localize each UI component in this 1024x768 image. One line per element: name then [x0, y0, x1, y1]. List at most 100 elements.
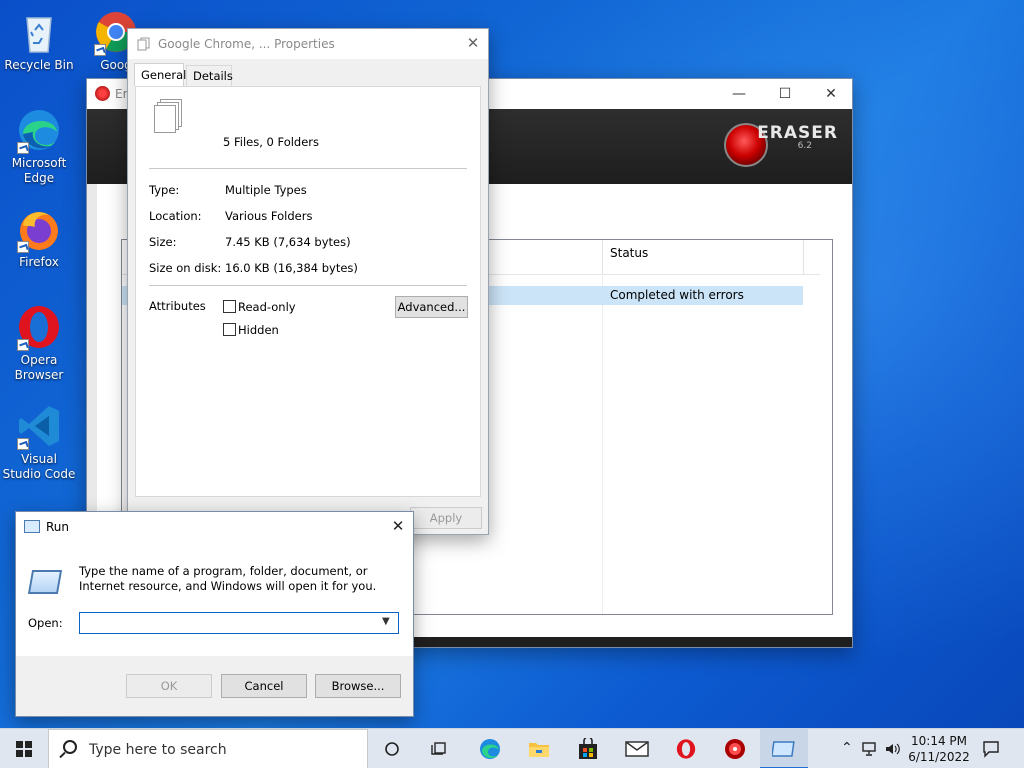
minimize-button[interactable]: — — [716, 79, 762, 109]
size-on-disk-value: 16.0 KB (16,384 bytes) — [225, 261, 358, 275]
taskbar-mail[interactable] — [613, 729, 661, 768]
shortcut-arrow-icon — [17, 241, 29, 253]
browse-button[interactable]: Browse... — [315, 674, 401, 698]
desktop-icon-opera[interactable]: Opera Browser — [1, 303, 77, 383]
ok-button[interactable]: OK — [126, 674, 212, 698]
desktop-icon-firefox[interactable]: Firefox — [1, 205, 77, 270]
desktop-icon-edge[interactable]: Microsoft Edge — [1, 106, 77, 186]
cortana-icon — [385, 742, 399, 756]
search-placeholder: Type here to search — [89, 742, 227, 758]
desktop-icon-vscode[interactable]: Visual Studio Code — [1, 402, 77, 482]
size-label: Size: — [149, 235, 177, 249]
properties-files-icon — [137, 37, 150, 51]
general-tab-page: 5 Files, 0 Folders Type: Multiple Types … — [135, 86, 481, 497]
file-summary: 5 Files, 0 Folders — [223, 135, 320, 149]
tray-date: 6/11/2022 — [908, 750, 970, 764]
separator — [149, 285, 467, 286]
location-label: Location: — [149, 209, 202, 223]
taskbar: Type here to search ⌃ 10:14 PM 6/11/2022 — [0, 728, 1024, 768]
desktop-icon-label: Visual Studio Code — [2, 452, 76, 481]
desktop-icon-label: Opera Browser — [14, 353, 64, 382]
chevron-up-icon[interactable]: ⌃ — [841, 740, 853, 756]
taskbar-eraser[interactable] — [711, 729, 759, 768]
run-titlebar[interactable]: Run ✕ — [16, 512, 413, 542]
readonly-checkbox[interactable] — [223, 300, 236, 313]
readonly-label: Read-only — [238, 300, 296, 314]
desktop-icon-label: Microsoft Edge — [11, 156, 67, 185]
chevron-down-icon[interactable]: ▼ — [382, 616, 390, 627]
column-header-status[interactable]: Status — [602, 240, 804, 274]
taskbar-file-explorer[interactable] — [515, 729, 563, 768]
open-label: Open: — [28, 616, 63, 630]
run-panel: Type the name of a program, folder, docu… — [16, 542, 413, 656]
close-icon[interactable]: ✕ — [458, 29, 488, 59]
run-app-icon — [24, 520, 40, 533]
run-dialog[interactable]: Run ✕ Type the name of a program, folder… — [15, 511, 414, 717]
tray-clock[interactable]: 10:14 PM 6/11/2022 — [900, 733, 978, 765]
notification-icon[interactable] — [982, 740, 1000, 758]
run-description: Type the name of a program, folder, docu… — [79, 564, 377, 593]
eraser-version: 6.2 — [797, 141, 812, 151]
run-title: Run — [46, 520, 70, 534]
shortcut-arrow-icon — [17, 339, 29, 351]
taskbar-edge[interactable] — [466, 729, 514, 768]
multiple-files-icon — [152, 99, 182, 135]
taskbar-search-box[interactable]: Type here to search — [48, 729, 368, 768]
opera-icon — [15, 303, 63, 351]
location-value: Various Folders — [225, 209, 313, 223]
shortcut-arrow-icon — [17, 438, 29, 450]
size-value: 7.45 KB (7,634 bytes) — [225, 235, 351, 249]
taskbar-store[interactable] — [564, 729, 612, 768]
recycle-bin-icon — [15, 8, 63, 56]
start-button[interactable] — [0, 729, 48, 768]
properties-title: Google Chrome, ... Properties — [158, 37, 335, 51]
desktop-icon-recycle-bin[interactable]: Recycle Bin — [1, 8, 77, 73]
desktop-icon-label: Recycle Bin — [4, 58, 74, 72]
task-view-button[interactable] — [368, 729, 416, 768]
taskbar-run[interactable] — [760, 729, 808, 768]
run-icon — [27, 570, 63, 594]
apply-button[interactable]: Apply — [410, 507, 482, 529]
hidden-checkbox[interactable] — [223, 323, 236, 336]
column-divider — [602, 274, 603, 614]
search-icon — [63, 740, 77, 754]
attributes-label: Attributes — [149, 299, 206, 313]
volume-icon[interactable] — [884, 741, 900, 757]
vscode-icon — [15, 402, 63, 450]
store-bag-icon — [579, 738, 597, 759]
hidden-label: Hidden — [238, 323, 279, 337]
properties-dialog[interactable]: Google Chrome, ... Properties ✕ General … — [127, 28, 489, 535]
shortcut-arrow-icon — [17, 142, 29, 154]
tab-general[interactable]: General — [134, 63, 186, 86]
close-icon[interactable]: ✕ — [383, 512, 413, 542]
shortcut-arrow-icon — [94, 44, 106, 56]
desktop-icon-label: Firefox — [19, 255, 59, 269]
eraser-icon — [725, 739, 745, 759]
row-status: Completed with errors — [610, 288, 744, 302]
type-label: Type: — [149, 183, 180, 197]
network-icon[interactable] — [862, 741, 878, 757]
run-icon — [772, 741, 795, 757]
opera-icon — [676, 739, 696, 759]
eraser-app-icon — [95, 86, 110, 101]
folder-icon — [529, 743, 549, 757]
separator — [149, 168, 467, 169]
type-value: Multiple Types — [225, 183, 307, 197]
windows-logo-icon — [16, 741, 32, 757]
advanced-button[interactable]: Advanced... — [395, 296, 468, 318]
size-on-disk-label: Size on disk: — [149, 261, 222, 275]
taskbar-opera[interactable] — [662, 729, 710, 768]
edge-icon — [15, 106, 63, 154]
mail-icon — [625, 741, 649, 757]
close-button[interactable]: ✕ — [808, 79, 854, 109]
task-view-icon-button[interactable] — [416, 729, 464, 768]
firefox-icon — [15, 205, 63, 253]
tab-details[interactable]: Details — [186, 65, 233, 87]
maximize-button[interactable]: ☐ — [762, 79, 808, 109]
cancel-button[interactable]: Cancel — [221, 674, 307, 698]
open-combo-input[interactable] — [79, 612, 399, 634]
task-view-icon — [431, 742, 446, 755]
edge-icon — [480, 739, 500, 759]
properties-titlebar[interactable]: Google Chrome, ... Properties ✕ — [128, 29, 488, 59]
tray-time: 10:14 PM — [911, 734, 967, 748]
